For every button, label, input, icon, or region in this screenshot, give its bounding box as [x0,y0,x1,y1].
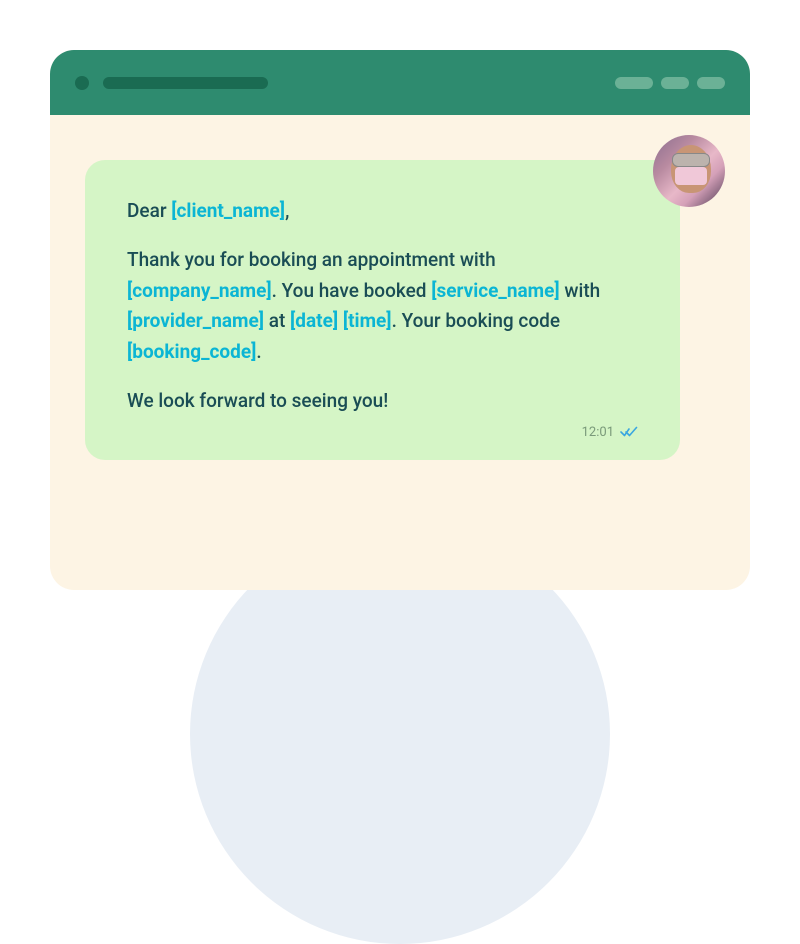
body-text: . You have booked [272,279,432,302]
message-bubble: Dear [client_name], Thank you for bookin… [85,160,680,460]
window-titlebar [50,50,750,115]
message-area: Dear [client_name], Thank you for bookin… [50,115,750,490]
avatar[interactable] [653,135,725,207]
placeholder-client-name: [client_name] [171,199,285,222]
body-line: Thank you for booking an appointment wit… [127,245,638,368]
placeholder-company-name: [company_name] [127,279,272,302]
message-timestamp: 12:01 [582,425,614,440]
titlebar-title-placeholder [103,77,268,89]
greeting-suffix: , [285,199,289,222]
body-text: . [256,340,261,363]
body-text: at [264,309,290,332]
body-text: Thank you for booking an appointment wit… [127,248,496,271]
body-text: . Your booking code [392,309,560,332]
message-meta: 12:01 [127,425,638,440]
greeting-line: Dear [client_name], [127,196,638,227]
titlebar-pill [697,77,725,89]
greeting-prefix: Dear [127,199,171,222]
titlebar-dot [75,76,89,90]
titlebar-pill [661,77,689,89]
double-check-icon [620,426,638,438]
body-text: with [560,279,601,302]
avatar-image [653,135,725,207]
placeholder-booking-code: [booking_code] [127,340,256,363]
closing-line: We look forward to seeing you! [127,386,638,417]
titlebar-pill [615,77,653,89]
app-window: Dear [client_name], Thank you for bookin… [50,50,750,590]
titlebar-left-group [75,76,268,90]
placeholder-date: [date] [290,309,338,332]
placeholder-time: [time] [343,309,392,332]
placeholder-service-name: [service_name] [431,279,559,302]
titlebar-right-group [615,77,725,89]
placeholder-provider-name: [provider_name] [127,309,264,332]
